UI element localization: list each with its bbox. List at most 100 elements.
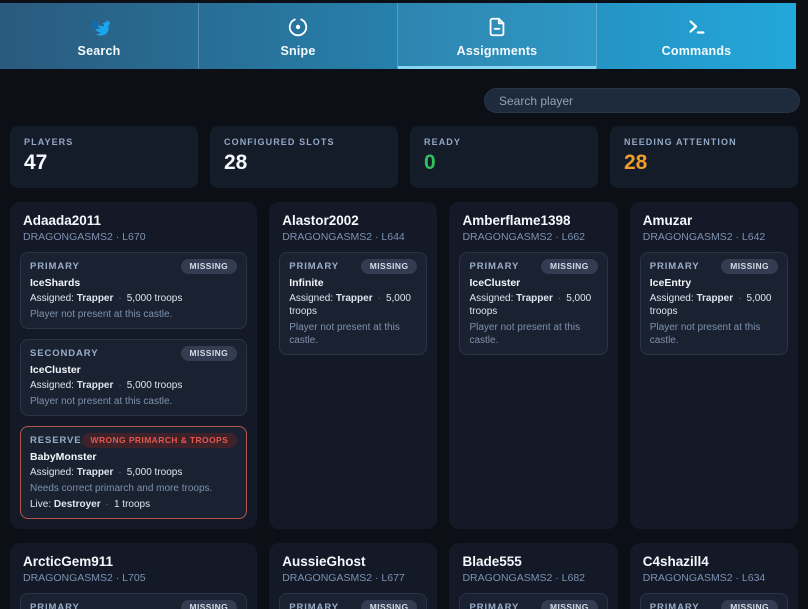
slot: PRIMARY MISSING IceShards Assigned: Trap… [459, 593, 607, 609]
player-card[interactable]: Alastor2002 DRAGONGASMS2 · L644 PRIMARY … [269, 202, 437, 529]
slot-note: Player not present at this castle. [650, 321, 778, 347]
slot-status-badge: MISSING [721, 259, 778, 274]
slot-label: PRIMARY [30, 602, 80, 609]
assigned-line: Assigned: Trapper·5,000 troops [289, 292, 417, 318]
search-row [0, 69, 808, 126]
slot-status-badge: MISSING [541, 600, 598, 609]
stat-card-players: PLAYERS 47 [10, 126, 198, 188]
target-icon [286, 15, 310, 39]
player-card[interactable]: C4shazill4 DRAGONGASMS2 · L634 PRIMARY M… [630, 543, 798, 609]
slot: PRIMARY MISSING BabyMonster Assigned: Tr… [20, 593, 247, 609]
player-subtitle: DRAGONGASMS2 · L642 [640, 231, 788, 243]
stat-label: NEEDING ATTENTION [624, 137, 784, 147]
slot: PRIMARY MISSING Infinite Assigned: Trapp… [279, 252, 427, 355]
slot-label: PRIMARY [30, 261, 80, 272]
player-subtitle: DRAGONGASMS2 · L634 [640, 572, 788, 584]
player-card[interactable]: ArcticGem911 DRAGONGASMS2 · L705 PRIMARY… [10, 543, 257, 609]
slot-status-badge: MISSING [361, 259, 418, 274]
player-card[interactable]: Amberflame1398 DRAGONGASMS2 · L662 PRIMA… [449, 202, 617, 529]
stat-value: 0 [424, 151, 584, 174]
slot-list: PRIMARY MISSING IceShards Assigned: Trap… [459, 593, 607, 609]
assigned-line: Assigned: Trapper·5,000 troops [30, 379, 237, 392]
slot: RESERVE WRONG PRIMARCH & TROOPS BabyMons… [20, 426, 247, 519]
player-card[interactable]: Blade555 DRAGONGASMS2 · L682 PRIMARY MIS… [449, 543, 617, 609]
slot-note: Player not present at this castle. [289, 321, 417, 347]
slot: PRIMARY MISSING Infinite Assigned: Trapp… [640, 593, 788, 609]
assigned-name: Trapper [77, 293, 114, 304]
player-name: ArcticGem911 [20, 554, 247, 569]
player-subtitle: DRAGONGASMS2 · L677 [279, 572, 427, 584]
slot-header: RESERVE WRONG PRIMARCH & TROOPS [30, 433, 237, 448]
player-name: Amberflame1398 [459, 213, 607, 228]
slot-label: PRIMARY [289, 261, 339, 272]
stat-value: 28 [224, 151, 384, 174]
tab-label: Assignments [457, 44, 538, 58]
stat-card-needing-attention: NEEDING ATTENTION 28 [610, 126, 798, 188]
player-subtitle: DRAGONGASMS2 · L682 [459, 572, 607, 584]
stat-label: PLAYERS [24, 137, 184, 147]
search-player-input[interactable] [484, 88, 800, 113]
slot-header: PRIMARY MISSING [469, 600, 597, 609]
assigned-name: Trapper [77, 380, 114, 391]
slot: PRIMARY MISSING KHANE Assigned: Trapper·… [279, 593, 427, 609]
assigned-troops: 5,000 troops [127, 293, 183, 304]
player-card[interactable]: Adaada2011 DRAGONGASMS2 · L670 PRIMARY M… [10, 202, 257, 529]
tab-assignments[interactable]: Assignments [398, 3, 597, 69]
slot-header: PRIMARY MISSING [30, 259, 237, 274]
dot-separator: · [738, 293, 741, 304]
player-card[interactable]: Amuzar DRAGONGASMS2 · L642 PRIMARY MISSI… [630, 202, 798, 529]
player-name: C4shazill4 [640, 554, 788, 569]
assigned-name: Trapper [516, 293, 553, 304]
stats-grid: PLAYERS 47 CONFIGURED SLOTS 28 READY 0 N… [0, 126, 808, 188]
live-line: Live: Destroyer·1 troops [30, 498, 237, 511]
tab-commands[interactable]: Commands [597, 3, 796, 69]
dragon-icon [87, 15, 111, 39]
slot-label: RESERVE [30, 435, 82, 446]
slot-status-badge: WRONG PRIMARCH & TROOPS [82, 433, 238, 448]
slot-status-badge: MISSING [721, 600, 778, 609]
slot-label: PRIMARY [650, 261, 700, 272]
slot-note: Player not present at this castle. [30, 395, 237, 408]
slot-label: PRIMARY [289, 602, 339, 609]
slot-header: PRIMARY MISSING [650, 600, 778, 609]
assigned-prefix: Assigned: [469, 293, 513, 304]
slot-list: PRIMARY MISSING IceEntry Assigned: Trapp… [640, 252, 788, 355]
assigned-line: Assigned: Trapper·5,000 troops [30, 292, 237, 305]
dot-separator: · [118, 467, 121, 478]
primarch-name: IceCluster [469, 277, 597, 289]
slot-status-badge: MISSING [181, 346, 238, 361]
tab-search[interactable]: Search [0, 3, 199, 69]
slot-header: PRIMARY MISSING [289, 259, 417, 274]
player-card[interactable]: AussieGhost DRAGONGASMS2 · L677 PRIMARY … [269, 543, 437, 609]
dot-separator: · [118, 380, 121, 391]
player-subtitle: DRAGONGASMS2 · L644 [279, 231, 427, 243]
stat-card-ready: READY 0 [410, 126, 598, 188]
assigned-prefix: Assigned: [30, 380, 74, 391]
slot-label: PRIMARY [650, 602, 700, 609]
live-name: Destroyer [54, 499, 101, 510]
slot-note: Player not present at this castle. [469, 321, 597, 347]
slot-list: PRIMARY MISSING IceCluster Assigned: Tra… [459, 252, 607, 355]
tab-label: Commands [662, 44, 732, 58]
slot-list: PRIMARY MISSING BabyMonster Assigned: Tr… [20, 593, 247, 609]
player-name: Amuzar [640, 213, 788, 228]
assigned-name: Trapper [696, 293, 733, 304]
stat-value: 47 [24, 151, 184, 174]
primarch-name: IceShards [30, 277, 237, 289]
tab-snipe[interactable]: Snipe [199, 3, 398, 69]
dot-separator: · [378, 293, 381, 304]
slot-list: PRIMARY MISSING Infinite Assigned: Trapp… [279, 252, 427, 355]
player-subtitle: DRAGONGASMS2 · L705 [20, 572, 247, 584]
player-name: Blade555 [459, 554, 607, 569]
slot-note: Player not present at this castle. [30, 308, 237, 321]
assigned-name: Trapper [77, 467, 114, 478]
primarch-name: IceEntry [650, 277, 778, 289]
assigned-prefix: Assigned: [650, 293, 694, 304]
slot-list: PRIMARY MISSING KHANE Assigned: Trapper·… [279, 593, 427, 609]
slot-status-badge: MISSING [181, 259, 238, 274]
player-subtitle: DRAGONGASMS2 · L662 [459, 231, 607, 243]
file-minus-icon [485, 15, 509, 39]
player-name: Adaada2011 [20, 213, 247, 228]
dot-separator: · [106, 499, 109, 510]
assigned-name: Trapper [336, 293, 373, 304]
